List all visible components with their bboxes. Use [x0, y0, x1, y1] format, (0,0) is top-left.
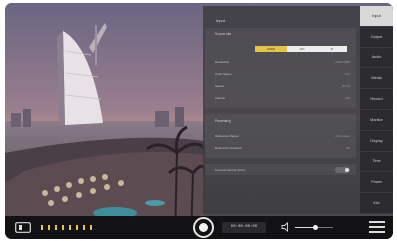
tab-time[interactable]: Time [360, 152, 393, 173]
row-label: Color Space [215, 72, 232, 76]
section-title: Source info [215, 32, 232, 36]
row-label: Speed [215, 84, 224, 88]
tab-info[interactable]: Info [360, 193, 393, 214]
row-label[interactable]: Reference Subband [215, 146, 242, 150]
timecode-display: 00:00:00:00 [222, 222, 266, 233]
source-option-hdmi[interactable]: HDMI [255, 46, 287, 52]
tab-monitor[interactable]: Monitor [360, 110, 393, 131]
tab-input[interactable]: Input [360, 6, 393, 27]
source-selector[interactable]: HDMI SDI IP [255, 46, 347, 52]
row-label: Resolution [215, 60, 230, 64]
row-value[interactable]: Auto range [335, 134, 350, 138]
settings-panel: Input Source info HDMI SDI IP Resolution… [203, 6, 360, 214]
record-dot-icon [199, 223, 208, 232]
row-value: 1920x1080 [335, 60, 350, 64]
panel-title: Input [216, 18, 225, 23]
camera-control-row[interactable]: Camera Control (UVC) [205, 164, 356, 175]
processing-section: Processing Reference Range Auto range Re… [205, 114, 356, 158]
source-option-ip[interactable]: IP [317, 46, 347, 52]
bottom-control-bar: 00:00:00:00 [5, 216, 393, 239]
camera-control-toggle[interactable] [335, 166, 350, 173]
tab-output[interactable]: Output [360, 27, 393, 48]
record-button[interactable] [193, 217, 214, 238]
media-library-icon[interactable] [15, 222, 31, 233]
row-value: 100 [344, 96, 350, 100]
source-option-sdi[interactable]: SDI [287, 46, 317, 52]
tab-media[interactable]: Media [360, 68, 393, 90]
volume-slider-knob[interactable] [313, 224, 319, 230]
row-label: Volume [215, 96, 226, 100]
row-value[interactable]: Off [346, 146, 350, 150]
tab-record[interactable]: Record [360, 89, 393, 110]
menu-icon[interactable] [369, 221, 385, 233]
source-info-section: Source info HDMI SDI IP Resolution 1920x… [205, 28, 356, 108]
row-label[interactable]: Reference Range [215, 134, 239, 138]
row-value: 60 fps [341, 84, 350, 88]
row-label: Camera Control (UVC) [215, 168, 246, 172]
row-value: YUV [343, 72, 350, 76]
speaker-icon[interactable] [281, 222, 291, 232]
device-screen: Input Source info HDMI SDI IP Resolution… [5, 3, 393, 239]
thumbnail-strip[interactable] [41, 223, 101, 232]
tab-display[interactable]: Display [360, 131, 393, 152]
section-title: Processing [215, 119, 231, 123]
settings-tabbar: Input Output Audio Media Record Monitor … [360, 6, 393, 214]
tab-audio[interactable]: Audio [360, 48, 393, 69]
volume-slider[interactable] [295, 224, 333, 230]
tab-power[interactable]: Power [360, 172, 393, 194]
